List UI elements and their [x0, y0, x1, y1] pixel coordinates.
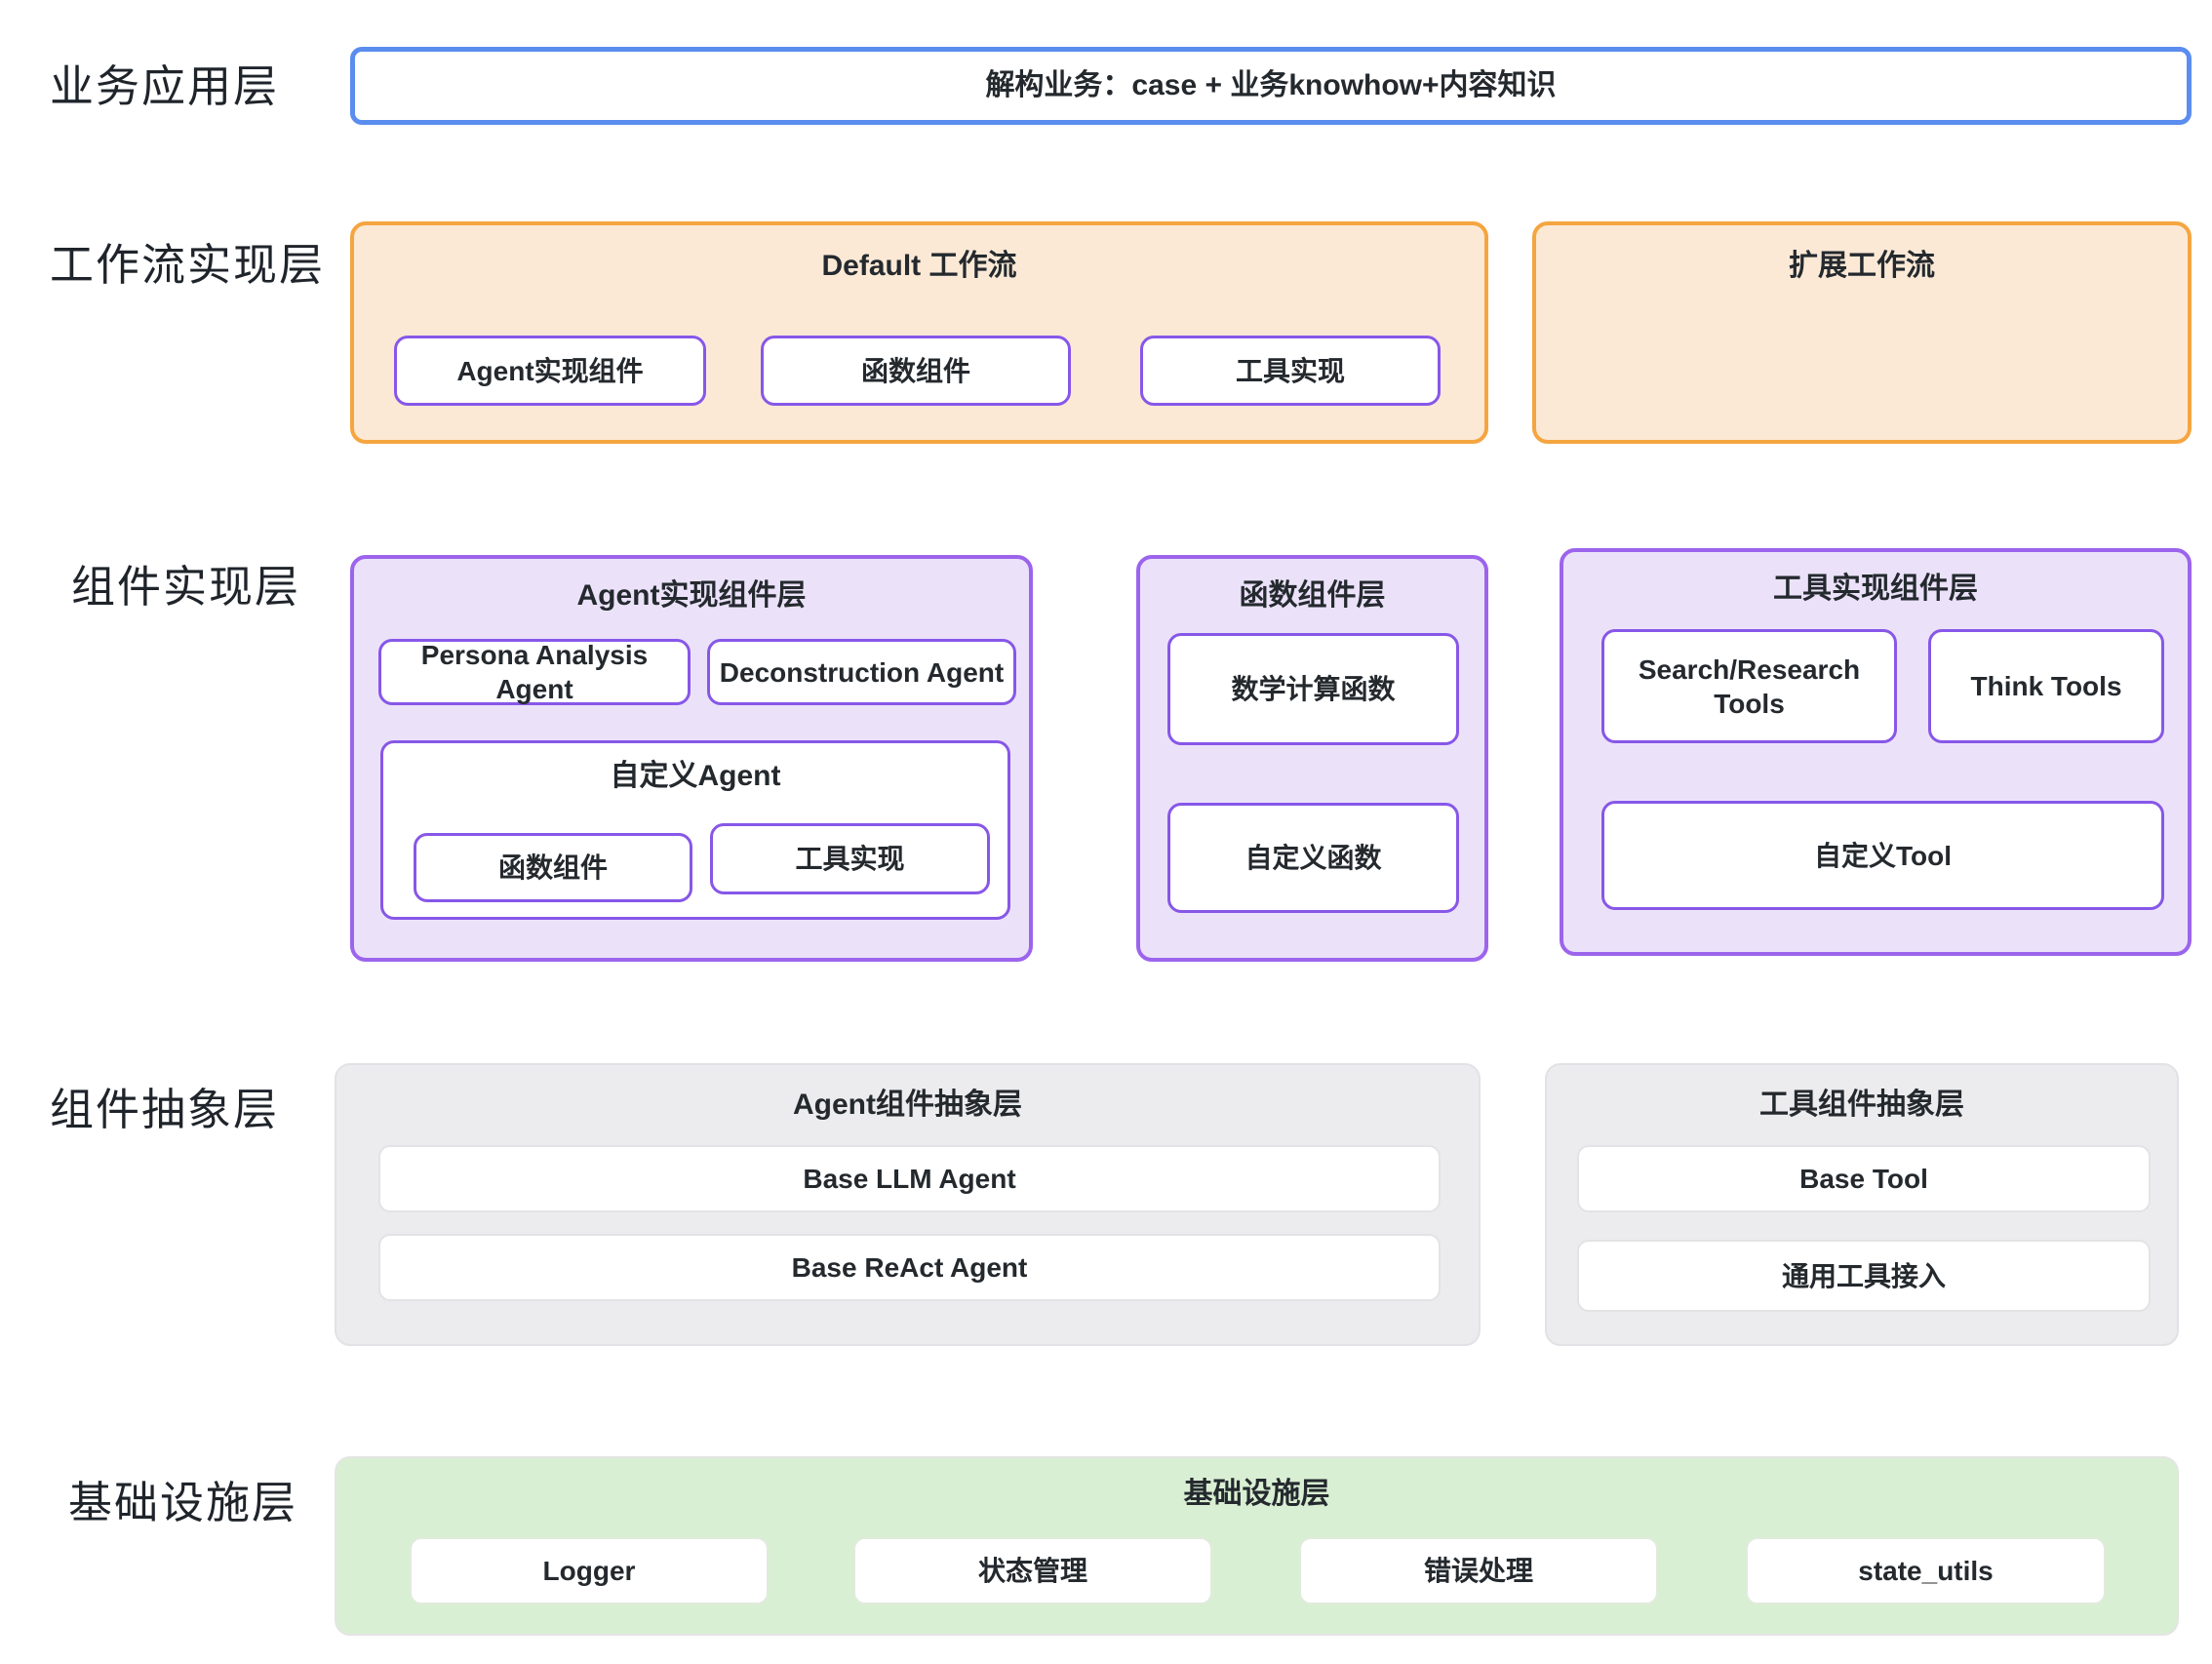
agent-box-persona: Persona Analysis Agent [378, 639, 691, 705]
tool-box-search: Search/Research Tools [1601, 629, 1897, 743]
function-components-container: 函数组件层 数学计算函数 自定义函数 [1136, 555, 1488, 962]
agent-box-deconstruction: Deconstruction Agent [707, 639, 1016, 705]
infra-item-label: 状态管理 [978, 1554, 1087, 1588]
workflow-item-label: Agent实现组件 [456, 354, 643, 388]
custom-agent-item-tool: 工具实现 [710, 823, 990, 894]
abstract-item-label: Base Tool [1799, 1162, 1928, 1196]
tool-box-label: 自定义Tool [1814, 839, 1952, 873]
tool-abstraction-title: 工具组件抽象层 [1547, 1088, 2177, 1123]
infra-item-state-utils: state_utils [1746, 1537, 2106, 1605]
workflow-item-function: 函数组件 [761, 336, 1071, 406]
function-box-label: 自定义函数 [1244, 841, 1381, 875]
architecture-diagram: 业务应用层 解构业务：case + 业务knowhow+内容知识 工作流实现层 … [0, 0, 2212, 1664]
layer-label-components: 组件实现层 [71, 565, 300, 609]
infra-item-label: 错误处理 [1424, 1554, 1533, 1588]
tool-box-label: Search/Research Tools [1604, 653, 1894, 721]
abstract-item-base-llm-agent: Base LLM Agent [378, 1145, 1441, 1212]
custom-agent-title: 自定义Agent [383, 759, 1007, 794]
function-components-title: 函数组件层 [1140, 578, 1484, 614]
function-box-custom: 自定义函数 [1167, 803, 1459, 913]
infra-item-state-management: 状态管理 [853, 1537, 1212, 1605]
tool-box-label: Think Tools [1970, 669, 2121, 703]
tool-box-think: Think Tools [1928, 629, 2164, 743]
tool-abstraction-container: 工具组件抽象层 Base Tool 通用工具接入 [1545, 1063, 2179, 1346]
custom-agent-item-function: 函数组件 [414, 833, 692, 902]
agent-components-title: Agent实现组件层 [354, 578, 1029, 614]
abstract-item-label: 通用工具接入 [1782, 1259, 1946, 1293]
abstract-item-label: Base LLM Agent [803, 1162, 1015, 1196]
default-workflow-title: Default 工作流 [354, 249, 1484, 284]
infrastructure-title: 基础设施层 [336, 1477, 2177, 1512]
abstract-item-label: Base ReAct Agent [792, 1250, 1028, 1285]
custom-agent-item-label: 函数组件 [498, 851, 608, 885]
agent-abstraction-container: Agent组件抽象层 Base LLM Agent Base ReAct Age… [335, 1063, 1481, 1346]
agent-box-label: Persona Analysis Agent [381, 638, 688, 706]
layer-label-workflow: 工作流实现层 [50, 243, 325, 287]
tool-components-container: 工具实现组件层 Search/Research Tools Think Tool… [1560, 548, 2192, 956]
function-box-math: 数学计算函数 [1167, 633, 1459, 745]
layer-label-abstraction: 组件抽象层 [50, 1088, 279, 1131]
default-workflow-container: Default 工作流 Agent实现组件 函数组件 工具实现 [350, 221, 1488, 444]
layer-label-infrastructure: 基础设施层 [68, 1481, 297, 1525]
infra-item-label: state_utils [1858, 1554, 1994, 1588]
abstract-item-base-react-agent: Base ReAct Agent [378, 1234, 1441, 1301]
workflow-item-label: 函数组件 [861, 354, 970, 388]
infra-item-logger: Logger [410, 1537, 769, 1605]
abstract-item-generic-tool-access: 通用工具接入 [1577, 1240, 2151, 1312]
agent-box-label: Deconstruction Agent [720, 655, 1004, 690]
business-box: 解构业务：case + 业务knowhow+内容知识 [350, 47, 2192, 125]
business-box-text: 解构业务：case + 业务knowhow+内容知识 [985, 67, 1556, 104]
tool-components-title: 工具实现组件层 [1563, 572, 2188, 607]
workflow-item-agent: Agent实现组件 [394, 336, 706, 406]
infra-item-label: Logger [543, 1554, 636, 1588]
tool-box-custom: 自定义Tool [1601, 801, 2164, 910]
custom-agent-box: 自定义Agent 函数组件 工具实现 [380, 740, 1010, 920]
agent-abstraction-title: Agent组件抽象层 [336, 1088, 1479, 1123]
custom-agent-item-label: 工具实现 [795, 842, 904, 876]
infrastructure-container: 基础设施层 Logger 状态管理 错误处理 state_utils [335, 1456, 2179, 1636]
workflow-item-label: 工具实现 [1236, 354, 1345, 388]
agent-components-container: Agent实现组件层 Persona Analysis Agent Decons… [350, 555, 1033, 962]
layer-label-business: 业务应用层 [50, 64, 279, 108]
extended-workflow-container: 扩展工作流 [1532, 221, 2192, 444]
abstract-item-base-tool: Base Tool [1577, 1145, 2151, 1212]
extended-workflow-title: 扩展工作流 [1536, 249, 2188, 284]
workflow-item-tool: 工具实现 [1140, 336, 1441, 406]
infra-item-error-handling: 错误处理 [1299, 1537, 1658, 1605]
function-box-label: 数学计算函数 [1231, 672, 1395, 706]
